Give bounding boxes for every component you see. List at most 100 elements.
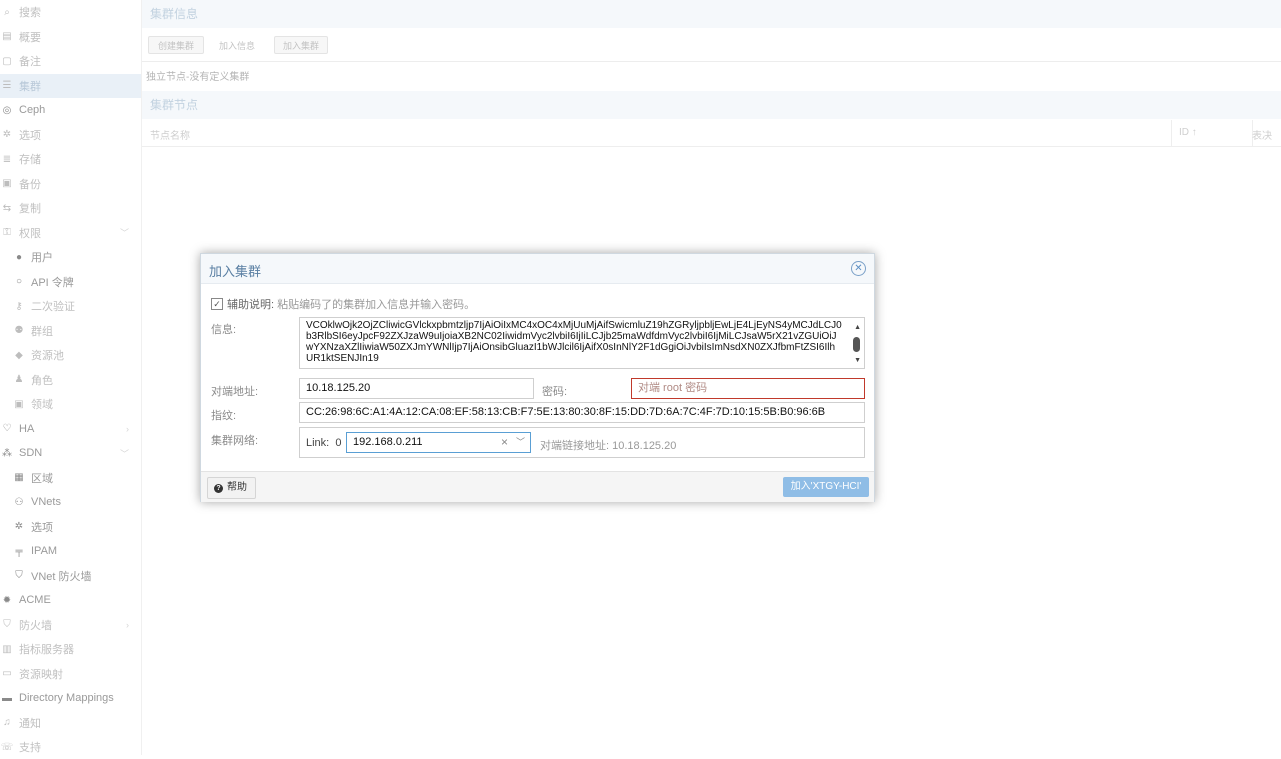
sidebar-item[interactable]: ☏ 支持 [0, 735, 141, 759]
fingerprint-field[interactable]: CC:26:98:6C:A1:4A:12:CA:08:EF:58:13:CB:F… [299, 402, 865, 423]
chevron-down-icon[interactable]: ﹀ [516, 433, 525, 452]
sidebar-item[interactable]: ▥ 指标服务器 [0, 637, 141, 661]
chevron-right-icon[interactable]: › [126, 620, 129, 630]
sidebar-item-label: 防火墙 [19, 619, 52, 632]
join-cluster-button[interactable]: 加入集群 [274, 36, 328, 54]
user-outline-icon: ○ [15, 276, 23, 287]
column-divider [1171, 120, 1172, 146]
sidebar-item[interactable]: ⚉ 群组 [0, 319, 141, 343]
sidebar-item[interactable]: ⚿ 权限 ﹀ [0, 221, 141, 245]
sidebar-item-label: HA [19, 422, 35, 435]
address-book-icon: ▣ [14, 398, 24, 410]
sidebar-item[interactable]: ⚇ VNets [0, 490, 141, 514]
column-node-name[interactable]: 节点名称 [150, 127, 190, 142]
gear-icon: ✲ [14, 521, 24, 532]
sdn-icon: ⁂ [2, 447, 12, 459]
sidebar-item[interactable]: ▭ 资源映射 [0, 662, 141, 686]
sidebar-item-label: 存储 [19, 154, 41, 166]
assist-hint: 粘贴编码了的集群加入信息并输入密码。 [277, 299, 476, 311]
sidebar-item[interactable]: ☰ 集群 [0, 73, 141, 98]
cluster-network-box: Link: 0 192.168.0.211 × ﹀ 对端链接地址: 10.18.… [299, 427, 865, 458]
chevron-down-icon[interactable]: ﹀ [120, 226, 129, 239]
peer-address-label: 对端地址: [211, 386, 259, 398]
sidebar-item-label: 资源映射 [19, 668, 63, 681]
scrollbar-thumb[interactable] [853, 337, 860, 352]
sidebar-item[interactable]: ⛉ VNet 防火墙 [0, 564, 141, 588]
sidebar-item[interactable]: ≣ 存储 [0, 147, 141, 171]
join-cluster-dialog: 加入集群 ✕ ✓ 辅助说明: 粘贴编码了的集群加入信息并输入密码。 信息: VC… [200, 253, 875, 502]
sidebar-item[interactable]: ▣ 备份 [0, 172, 141, 196]
join-info-button[interactable]: 加入信息 [211, 36, 263, 54]
sidebar-item[interactable]: ▣ 领域 [0, 392, 141, 416]
peer-address-field[interactable]: 10.18.125.20 [299, 378, 534, 399]
chevron-down-icon[interactable]: ﹀ [120, 447, 129, 460]
chevron-right-icon[interactable]: › [126, 424, 129, 434]
column-id[interactable]: ID ↑ [1179, 127, 1197, 138]
close-icon[interactable]: ✕ [851, 261, 866, 276]
sidebar-item-label: 权限 [19, 227, 41, 240]
sidebar-item[interactable]: ✲ 选项 [0, 123, 141, 147]
link-label: Link: 0 [306, 437, 342, 449]
sidebar-item[interactable]: ◎ Ceph [0, 98, 141, 122]
sidebar-item[interactable]: ♫ 通知 [0, 711, 141, 735]
sidebar-item-label: 备注 [19, 56, 41, 68]
sidebar-item[interactable]: ✹ ACME [0, 588, 141, 612]
assisted-join-checkbox[interactable]: ✓ 辅助说明: 粘贴编码了的集群加入信息并输入密码。 [211, 296, 475, 312]
users-icon: ⚉ [14, 325, 24, 336]
password-field[interactable]: 对端 root 密码 [631, 378, 865, 399]
search-icon: ⌕ [4, 6, 10, 18]
help-label: 帮助 [227, 482, 247, 493]
sidebar-item[interactable]: ⁂ SDN ﹀ [0, 441, 141, 465]
join-submit-button[interactable]: 加入'XTGY-HCI' [783, 477, 869, 497]
scroll-up-icon[interactable]: ▲ [854, 322, 861, 333]
retweet-icon: ⇆ [2, 202, 12, 214]
ceph-icon: ◎ [2, 104, 12, 116]
scroll-down-icon[interactable]: ▼ [854, 355, 861, 366]
link-number: 0 [335, 437, 342, 449]
sidebar-item[interactable]: ▤ 概要 [0, 25, 141, 49]
sidebar-item[interactable]: ▦ 区域 [0, 466, 141, 490]
sidebar-item-label: VNet 防火墙 [31, 570, 92, 583]
sidebar-item-label: SDN [19, 447, 43, 459]
link-address-select[interactable]: 192.168.0.211 × ﹀ [346, 432, 531, 453]
note-icon: ▢ [2, 55, 12, 67]
join-info-text: VCOklwOjk2OjZCliwicGVlckxpbmtzljp7IjAiOi… [306, 320, 842, 364]
sidebar-item[interactable]: ⇆ 复制 [0, 196, 141, 220]
sidebar-item[interactable]: ▢ 备注 [0, 49, 141, 73]
peer-link-address: 对端链接地址: 10.18.125.20 [540, 440, 677, 452]
sidebar-item-label: 领域 [31, 399, 53, 411]
sidebar-item[interactable]: ● 用户 [0, 245, 141, 269]
cluster-nodes-header: 集群节点 [142, 91, 1281, 119]
sidebar-item-label: 集群 [19, 80, 41, 93]
clear-icon[interactable]: × [501, 433, 508, 452]
join-info-textarea[interactable]: VCOklwOjk2OjZCliwicGVlckxpbmtzljp7IjAiOi… [299, 317, 865, 369]
cluster-info-header: 集群信息 [142, 0, 1281, 28]
cluster-network-label: 集群网络: [211, 435, 259, 447]
sidebar-item[interactable]: ♡ HA › [0, 417, 141, 441]
sidebar-item[interactable]: ○ API 令牌 [0, 270, 141, 294]
create-cluster-button[interactable]: 创建集群 [148, 36, 204, 54]
tags-icon: ◆ [15, 349, 23, 361]
database-icon: ≣ [2, 153, 12, 165]
sidebar-item[interactable]: ◆ 资源池 [0, 343, 141, 367]
sidebar-item-label: 支持 [19, 742, 41, 754]
floppy-icon: ▣ [2, 178, 12, 189]
help-button[interactable]: ? 帮助 [207, 477, 256, 499]
sidebar: ⌕ 搜索 ▤ 概要 ▢ 备注 ☰ 集群 ◎ Ceph ✲ 选项 ≣ 存储 ▣ 备份 ⇆ 复制 ⚿ 权限 ﹀ ● 用户 ○ API… [0, 0, 142, 755]
key-icon: ⚷ [15, 300, 23, 312]
male-icon: ♟ [14, 374, 24, 385]
sidebar-item[interactable]: ✲ 选项 [0, 515, 141, 539]
sidebar-item-label: 搜索 [19, 7, 41, 19]
sidebar-item[interactable]: ⚷ 二次验证 [0, 294, 141, 318]
unlock-icon: ⚿ [3, 227, 11, 238]
sidebar-item[interactable]: ♟ 角色 [0, 368, 141, 392]
sidebar-item-label: 群组 [31, 325, 53, 338]
checkbox-checked-icon[interactable]: ✓ [211, 298, 223, 310]
sidebar-item[interactable]: ⛉ 防火墙 › [0, 613, 141, 637]
folder-icon: ▭ [2, 668, 12, 679]
sidebar-item[interactable]: ╤ IPAM [0, 539, 141, 563]
sidebar-item[interactable]: ▬ Directory Mappings [0, 686, 141, 710]
sidebar-item[interactable]: ⌕ 搜索 [0, 0, 141, 24]
sidebar-item-label: 二次验证 [31, 301, 75, 313]
column-votes[interactable]: 表决 [1252, 127, 1272, 142]
